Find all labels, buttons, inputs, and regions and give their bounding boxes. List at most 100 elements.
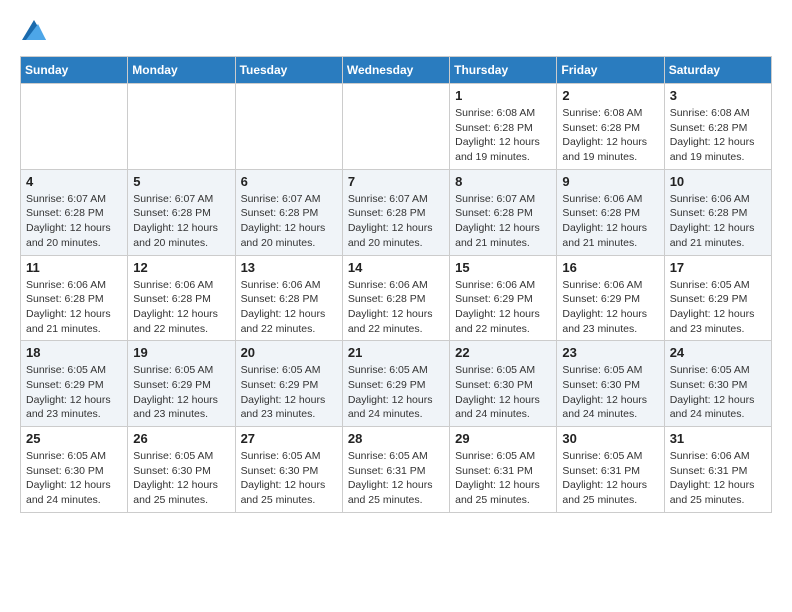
day-number: 11 bbox=[26, 260, 122, 275]
day-info: Sunrise: 6:06 AM Sunset: 6:28 PM Dayligh… bbox=[348, 278, 444, 337]
calendar-cell: 14 Sunrise: 6:06 AM Sunset: 6:28 PM Dayli… bbox=[342, 255, 449, 341]
weekday-header: Tuesday bbox=[235, 57, 342, 84]
calendar-week-row: 4 Sunrise: 6:07 AM Sunset: 6:28 PM Daylig… bbox=[21, 169, 772, 255]
calendar-cell: 21Sunrise: 6:05 AM Sunset: 6:29 PM Dayli… bbox=[342, 341, 449, 427]
calendar-cell: 4 Sunrise: 6:07 AM Sunset: 6:28 PM Daylig… bbox=[21, 169, 128, 255]
day-info: Sunrise: 6:05 AM Sunset: 6:29 PM Dayligh… bbox=[348, 363, 444, 422]
calendar-cell: 13Sunrise: 6:06 AM Sunset: 6:28 PM Dayli… bbox=[235, 255, 342, 341]
calendar-cell: 30 Sunrise: 6:05 AM Sunset: 6:31 PM Dayli… bbox=[557, 427, 664, 513]
day-info: Sunrise: 6:06 AM Sunset: 6:31 PM Dayligh… bbox=[670, 449, 766, 508]
calendar-cell: 8 Sunrise: 6:07 AM Sunset: 6:28 PM Daylig… bbox=[450, 169, 557, 255]
day-info: Sunrise: 6:06 AM Sunset: 6:28 PM Dayligh… bbox=[562, 192, 658, 251]
day-info: Sunrise: 6:08 AM Sunset: 6:28 PM Dayligh… bbox=[562, 106, 658, 165]
day-number: 4 bbox=[26, 174, 122, 189]
calendar-cell: 9 Sunrise: 6:06 AM Sunset: 6:28 PM Daylig… bbox=[557, 169, 664, 255]
day-info: Sunrise: 6:05 AM Sunset: 6:29 PM Dayligh… bbox=[133, 363, 229, 422]
day-info: Sunrise: 6:05 AM Sunset: 6:30 PM Dayligh… bbox=[26, 449, 122, 508]
calendar-cell: 2Sunrise: 6:08 AM Sunset: 6:28 PM Daylig… bbox=[557, 84, 664, 170]
day-number: 22 bbox=[455, 345, 551, 360]
calendar-cell: 18 Sunrise: 6:05 AM Sunset: 6:29 PM Dayli… bbox=[21, 341, 128, 427]
calendar-table: SundayMondayTuesdayWednesdayThursdayFrid… bbox=[20, 56, 772, 513]
day-info: Sunrise: 6:06 AM Sunset: 6:28 PM Dayligh… bbox=[26, 278, 122, 337]
calendar-cell: 17 Sunrise: 6:05 AM Sunset: 6:29 PM Dayli… bbox=[664, 255, 771, 341]
day-number: 28 bbox=[348, 431, 444, 446]
day-number: 24 bbox=[670, 345, 766, 360]
day-number: 26 bbox=[133, 431, 229, 446]
day-info: Sunrise: 6:05 AM Sunset: 6:30 PM Dayligh… bbox=[670, 363, 766, 422]
day-info: Sunrise: 6:05 AM Sunset: 6:31 PM Dayligh… bbox=[348, 449, 444, 508]
calendar-cell: 22 Sunrise: 6:05 AM Sunset: 6:30 PM Dayli… bbox=[450, 341, 557, 427]
calendar-cell: 11 Sunrise: 6:06 AM Sunset: 6:28 PM Dayli… bbox=[21, 255, 128, 341]
day-info: Sunrise: 6:05 AM Sunset: 6:30 PM Dayligh… bbox=[455, 363, 551, 422]
day-info: Sunrise: 6:05 AM Sunset: 6:30 PM Dayligh… bbox=[562, 363, 658, 422]
calendar-cell: 28 Sunrise: 6:05 AM Sunset: 6:31 PM Dayli… bbox=[342, 427, 449, 513]
day-number: 16 bbox=[562, 260, 658, 275]
day-info: Sunrise: 6:06 AM Sunset: 6:28 PM Dayligh… bbox=[241, 278, 337, 337]
day-info: Sunrise: 6:07 AM Sunset: 6:28 PM Dayligh… bbox=[26, 192, 122, 251]
weekday-header: Sunday bbox=[21, 57, 128, 84]
weekday-header: Monday bbox=[128, 57, 235, 84]
calendar-cell bbox=[342, 84, 449, 170]
day-number: 5 bbox=[133, 174, 229, 189]
day-info: Sunrise: 6:05 AM Sunset: 6:31 PM Dayligh… bbox=[562, 449, 658, 508]
calendar-cell: 19 Sunrise: 6:05 AM Sunset: 6:29 PM Dayli… bbox=[128, 341, 235, 427]
day-number: 30 bbox=[562, 431, 658, 446]
calendar-cell bbox=[235, 84, 342, 170]
calendar-week-row: 25 Sunrise: 6:05 AM Sunset: 6:30 PM Dayli… bbox=[21, 427, 772, 513]
page-header bbox=[20, 20, 772, 40]
day-number: 6 bbox=[241, 174, 337, 189]
day-number: 15 bbox=[455, 260, 551, 275]
day-number: 10 bbox=[670, 174, 766, 189]
calendar-header-row: SundayMondayTuesdayWednesdayThursdayFrid… bbox=[21, 57, 772, 84]
day-info: Sunrise: 6:07 AM Sunset: 6:28 PM Dayligh… bbox=[241, 192, 337, 251]
calendar-week-row: 18 Sunrise: 6:05 AM Sunset: 6:29 PM Dayli… bbox=[21, 341, 772, 427]
calendar-cell bbox=[128, 84, 235, 170]
day-number: 1 bbox=[455, 88, 551, 103]
day-info: Sunrise: 6:05 AM Sunset: 6:31 PM Dayligh… bbox=[455, 449, 551, 508]
day-number: 7 bbox=[348, 174, 444, 189]
day-info: Sunrise: 6:08 AM Sunset: 6:28 PM Dayligh… bbox=[670, 106, 766, 165]
calendar-week-row: 1 Sunrise: 6:08 AM Sunset: 6:28 PM Daylig… bbox=[21, 84, 772, 170]
weekday-header: Friday bbox=[557, 57, 664, 84]
day-number: 14 bbox=[348, 260, 444, 275]
day-number: 17 bbox=[670, 260, 766, 275]
calendar-cell: 23 Sunrise: 6:05 AM Sunset: 6:30 PM Dayli… bbox=[557, 341, 664, 427]
day-info: Sunrise: 6:05 AM Sunset: 6:29 PM Dayligh… bbox=[241, 363, 337, 422]
day-info: Sunrise: 6:05 AM Sunset: 6:29 PM Dayligh… bbox=[26, 363, 122, 422]
logo bbox=[20, 20, 46, 40]
calendar-cell: 16 Sunrise: 6:06 AM Sunset: 6:29 PM Dayli… bbox=[557, 255, 664, 341]
calendar-cell bbox=[21, 84, 128, 170]
day-number: 18 bbox=[26, 345, 122, 360]
calendar-cell: 6 Sunrise: 6:07 AM Sunset: 6:28 PM Daylig… bbox=[235, 169, 342, 255]
day-number: 3 bbox=[670, 88, 766, 103]
calendar-cell: 27Sunrise: 6:05 AM Sunset: 6:30 PM Dayli… bbox=[235, 427, 342, 513]
calendar-cell: 10Sunrise: 6:06 AM Sunset: 6:28 PM Dayli… bbox=[664, 169, 771, 255]
day-info: Sunrise: 6:06 AM Sunset: 6:29 PM Dayligh… bbox=[455, 278, 551, 337]
day-info: Sunrise: 6:06 AM Sunset: 6:29 PM Dayligh… bbox=[562, 278, 658, 337]
day-number: 23 bbox=[562, 345, 658, 360]
day-number: 9 bbox=[562, 174, 658, 189]
weekday-header: Wednesday bbox=[342, 57, 449, 84]
day-info: Sunrise: 6:07 AM Sunset: 6:28 PM Dayligh… bbox=[455, 192, 551, 251]
calendar-cell: 31 Sunrise: 6:06 AM Sunset: 6:31 PM Dayli… bbox=[664, 427, 771, 513]
calendar-cell: 12 Sunrise: 6:06 AM Sunset: 6:28 PM Dayli… bbox=[128, 255, 235, 341]
calendar-cell: 20Sunrise: 6:05 AM Sunset: 6:29 PM Dayli… bbox=[235, 341, 342, 427]
weekday-header: Saturday bbox=[664, 57, 771, 84]
calendar-cell: 15 Sunrise: 6:06 AM Sunset: 6:29 PM Dayli… bbox=[450, 255, 557, 341]
day-info: Sunrise: 6:06 AM Sunset: 6:28 PM Dayligh… bbox=[133, 278, 229, 337]
day-info: Sunrise: 6:05 AM Sunset: 6:29 PM Dayligh… bbox=[670, 278, 766, 337]
day-number: 29 bbox=[455, 431, 551, 446]
day-number: 12 bbox=[133, 260, 229, 275]
day-number: 8 bbox=[455, 174, 551, 189]
day-number: 31 bbox=[670, 431, 766, 446]
weekday-header: Thursday bbox=[450, 57, 557, 84]
logo-icon bbox=[22, 20, 46, 40]
day-info: Sunrise: 6:05 AM Sunset: 6:30 PM Dayligh… bbox=[133, 449, 229, 508]
calendar-cell: 1Sunrise: 6:08 AM Sunset: 6:28 PM Daylig… bbox=[450, 84, 557, 170]
calendar-cell: 24 Sunrise: 6:05 AM Sunset: 6:30 PM Dayli… bbox=[664, 341, 771, 427]
day-number: 25 bbox=[26, 431, 122, 446]
calendar-cell: 3 Sunrise: 6:08 AM Sunset: 6:28 PM Daylig… bbox=[664, 84, 771, 170]
day-number: 19 bbox=[133, 345, 229, 360]
calendar-cell: 26 Sunrise: 6:05 AM Sunset: 6:30 PM Dayli… bbox=[128, 427, 235, 513]
calendar-cell: 5Sunrise: 6:07 AM Sunset: 6:28 PM Daylig… bbox=[128, 169, 235, 255]
